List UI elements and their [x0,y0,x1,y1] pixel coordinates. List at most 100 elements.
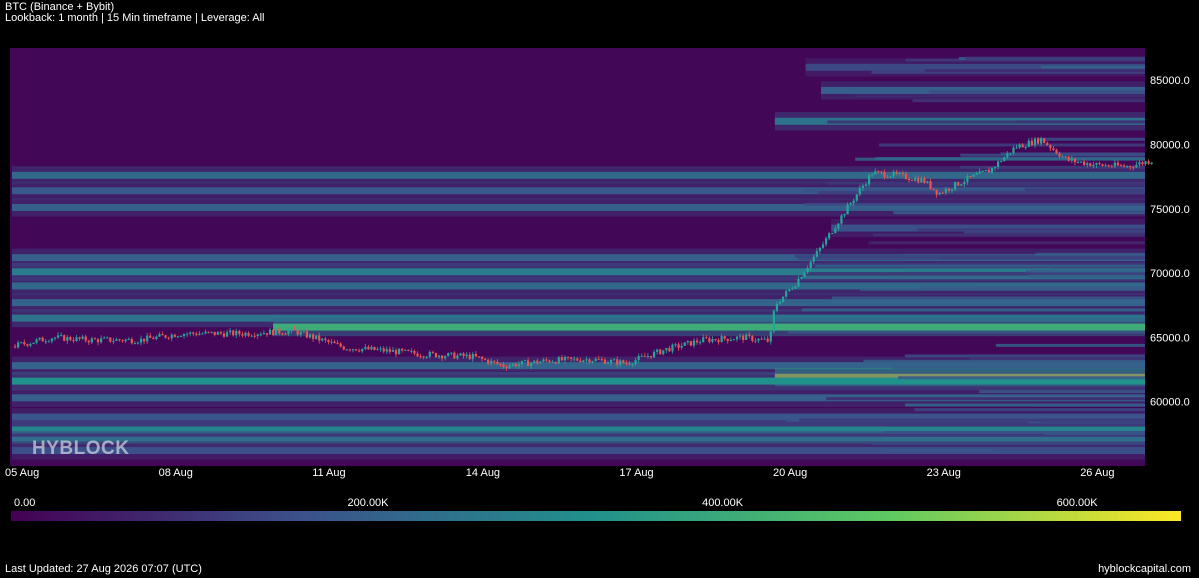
candle [115,339,118,341]
candle [336,343,339,345]
candle [262,333,266,335]
candle [121,340,124,342]
x-tick-label: 17 Aug [619,467,653,479]
liquidity-streak [1028,274,1145,278]
candle [723,336,726,339]
candle [69,336,72,341]
candle [26,344,29,346]
candle [38,337,41,340]
candle [831,233,834,235]
y-tick-label: 85000.0 [1150,75,1190,87]
candle [1092,164,1095,167]
liquidity-streak [815,264,1145,268]
candle [797,278,800,287]
candle [155,336,158,340]
colorbar [11,511,1181,521]
candle [769,331,772,342]
candle [573,358,576,360]
candle [689,341,693,346]
candle [867,175,871,185]
candle [210,331,213,333]
candle [1012,147,1015,154]
candle [579,360,582,363]
liquidity-streak [995,343,1145,347]
candle [545,359,548,361]
candle [32,342,35,344]
candle [404,349,407,351]
candle [646,355,650,357]
hyblock-watermark: HYBLOCK [32,438,130,459]
candle [268,329,272,335]
x-tick-label: 26 Aug [1080,467,1114,479]
candle [631,364,634,366]
candle [619,360,622,365]
candle [106,337,109,339]
candle [659,349,662,355]
candle [824,238,828,245]
colorbar-tick-label: 400.00K [702,497,744,509]
candle [520,360,524,365]
candle [253,335,256,337]
y-tick-label: 70000.0 [1150,268,1190,280]
candle [677,344,680,348]
candle [1021,144,1024,148]
candle [877,171,880,173]
candle [410,350,413,352]
candle [93,338,97,340]
candle [422,356,425,358]
candle [656,349,659,352]
candle [613,359,616,361]
candle [554,362,557,364]
candle [960,184,963,186]
candle [600,359,603,361]
candle [695,340,699,343]
candle [523,360,527,362]
candle [536,360,539,364]
candle [1138,162,1141,165]
candle [499,363,502,365]
liquidity-streak [920,285,1145,289]
candle [772,310,775,332]
candle [1126,166,1129,168]
candle [170,334,173,339]
candle [222,333,226,337]
candle [1104,165,1107,167]
candle [505,367,508,369]
candle [1119,165,1123,167]
candle [987,170,990,173]
heatmap-chart[interactable]: 05 Aug 08 Aug 11 Aug 14 Aug 17 Aug 20 Aug 23 A… [0,0,1199,490]
candle [293,328,296,331]
candle [588,359,591,363]
candle [186,333,189,335]
candle [1030,140,1034,146]
candle [29,343,32,346]
candle [944,188,947,193]
candle [204,331,207,334]
liquidity-streak [1024,188,1145,192]
candle [1150,162,1153,164]
candle [754,340,757,342]
candle [668,348,671,352]
liquidity-streak [1017,120,1145,124]
liquidity-band [12,299,1145,307]
liquidity-streak [801,308,1145,312]
candle [815,250,818,257]
candle [591,361,594,363]
candle [972,174,975,177]
candle [456,355,459,359]
candle [173,334,176,338]
candle [901,173,904,175]
candle [806,268,809,273]
candle [616,359,619,365]
candle [468,354,471,360]
candle [1049,145,1052,149]
candle [72,340,75,342]
candle [161,334,164,336]
candle [99,338,103,343]
site-link[interactable]: hyblockcapital.com [1098,563,1191,575]
candle [904,173,908,179]
candle [275,328,278,336]
candle [539,361,542,364]
colorbar-tick-label: 600.00K [1056,497,1098,509]
x-tick-label: 05 Aug [5,467,39,479]
